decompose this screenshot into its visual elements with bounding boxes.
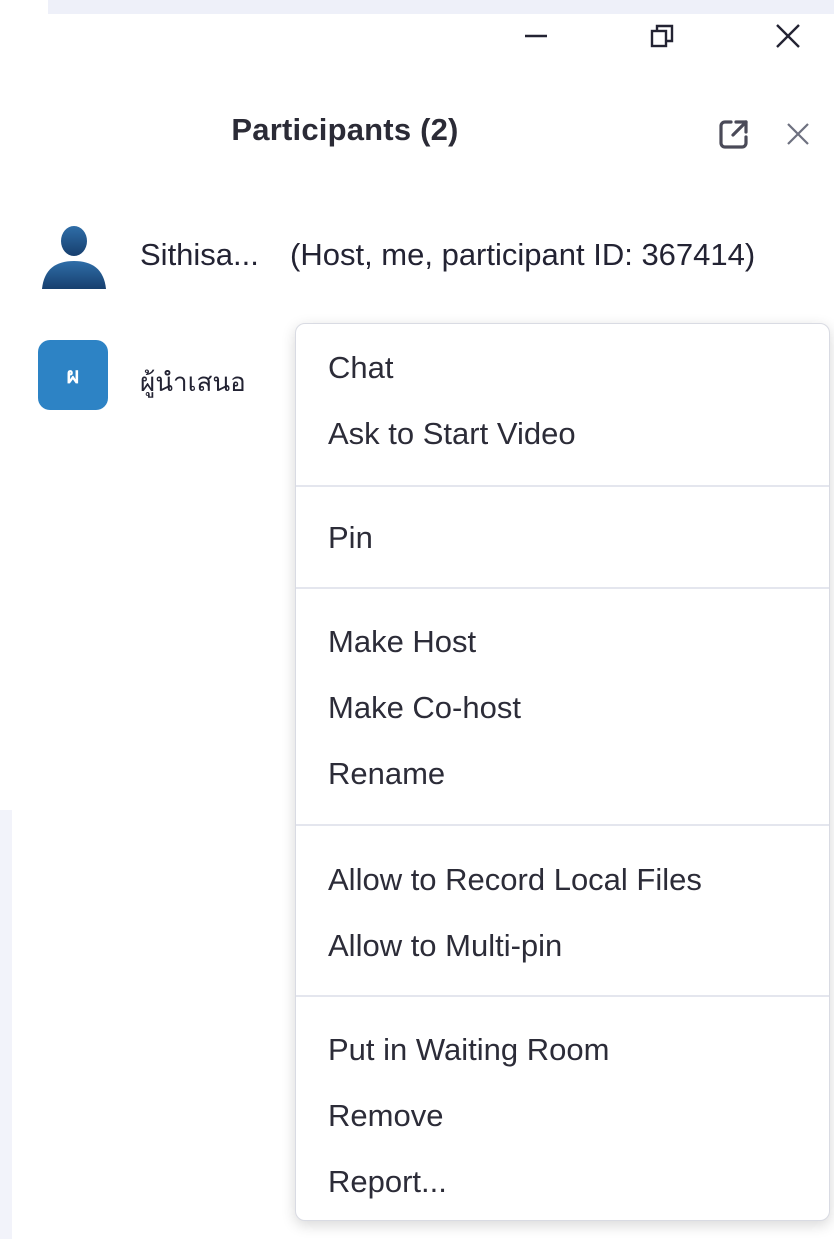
popout-button[interactable] xyxy=(712,112,756,156)
menu-divider xyxy=(296,485,829,487)
close-icon xyxy=(776,24,800,48)
participant-row[interactable]: Sithisa... (Host, me, participant ID: 36… xyxy=(0,215,834,295)
participant-context-menu: Chat Ask to Start Video Pin Make Host Ma… xyxy=(295,323,830,1221)
menu-divider xyxy=(296,995,829,997)
minimize-button[interactable] xyxy=(506,14,566,58)
close-panel-button[interactable] xyxy=(776,112,820,156)
menu-item-make-host[interactable]: Make Host xyxy=(328,624,476,660)
person-silhouette-icon xyxy=(42,226,106,289)
menu-item-make-co-host[interactable]: Make Co-host xyxy=(328,690,521,726)
window-close-button[interactable] xyxy=(758,14,818,58)
restore-icon xyxy=(650,24,674,48)
menu-item-rename[interactable]: Rename xyxy=(328,756,445,792)
avatar: ผ xyxy=(38,340,108,410)
close-icon xyxy=(787,123,809,145)
participant-name: Sithisa... xyxy=(140,237,259,272)
menu-item-allow-record-local-files[interactable]: Allow to Record Local Files xyxy=(328,862,702,898)
menu-divider xyxy=(296,587,829,589)
popout-icon xyxy=(719,120,748,149)
panel-title: Participants (2) xyxy=(231,112,459,147)
left-background-strip xyxy=(0,810,12,1239)
participant-name: ผู้นำเสนอ xyxy=(140,367,246,397)
menu-item-remove[interactable]: Remove xyxy=(328,1098,443,1134)
menu-divider xyxy=(296,824,829,826)
menu-item-put-in-waiting-room[interactable]: Put in Waiting Room xyxy=(328,1032,609,1068)
menu-item-report[interactable]: Report... xyxy=(328,1164,447,1200)
menu-item-chat[interactable]: Chat xyxy=(328,350,393,386)
menu-item-pin[interactable]: Pin xyxy=(328,520,373,556)
restore-button[interactable] xyxy=(632,14,692,58)
minimize-icon xyxy=(525,34,547,38)
participant-role-tag: (Host, me, participant ID: 367414) xyxy=(290,237,756,272)
menu-item-ask-to-start-video[interactable]: Ask to Start Video xyxy=(328,416,576,452)
top-background-strip xyxy=(48,0,834,14)
menu-item-allow-multi-pin[interactable]: Allow to Multi-pin xyxy=(328,928,562,964)
